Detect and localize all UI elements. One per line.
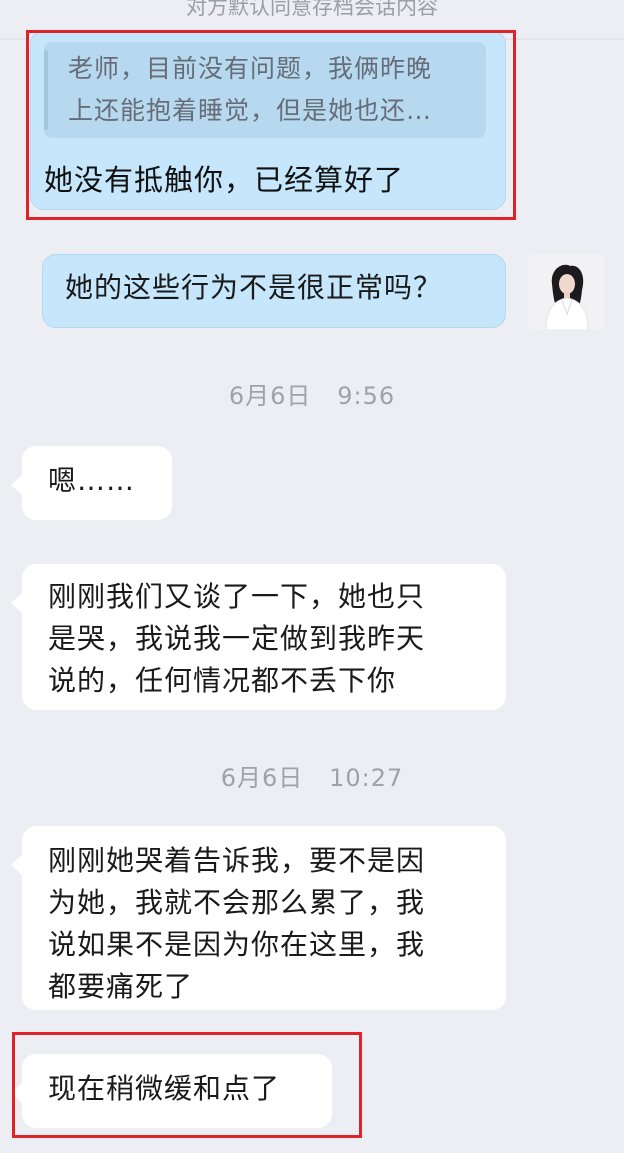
message-text: 说如果不是因为你在这里，我 [48, 928, 426, 961]
message-text: 为她，我就不会那么累了，我 [48, 886, 426, 919]
chat-screen: 对方默认同意存档会话内容 老师，目前没有问题，我俩昨晚 上还能抱着睡觉，但是她也… [0, 0, 624, 1153]
bubble-tail [11, 854, 23, 876]
message-text: 她的这些行为不是很正常吗？ [65, 271, 443, 304]
timestamp: 6月6日 10:27 [220, 764, 404, 792]
timestamp: 6月6日 9:56 [228, 382, 396, 410]
bubble-tail [11, 592, 23, 614]
message-text: 是哭，我说我一定做到我昨天 [48, 622, 426, 655]
message-bubble[interactable]: 刚刚我们又谈了一下，她也只 是哭，我说我一定做到我昨天 说的，任何情况都不丢下你 [11, 564, 506, 710]
message-text: 都要痛死了 [48, 970, 194, 1003]
archive-notice: 对方默认同意存档会话内容 [186, 0, 438, 19]
message-text: 刚刚她哭着告诉我，要不是因 [48, 844, 426, 877]
message-bubble[interactable]: 嗯…… [11, 446, 172, 520]
highlight-box [26, 30, 516, 220]
message-text: 说的，任何情况都不丢下你 [48, 664, 397, 697]
message-bubble[interactable]: 刚刚她哭着告诉我，要不是因 为她，我就不会那么累了，我 说如果不是因为你在这里，… [11, 826, 506, 1010]
user-avatar-photo-icon[interactable] [528, 254, 604, 330]
message-bubble[interactable]: 她的这些行为不是很正常吗？ [42, 254, 506, 328]
message-text: 嗯…… [48, 464, 136, 497]
bubble-tail [11, 474, 23, 496]
highlight-box [12, 1032, 362, 1138]
message-text: 刚刚我们又谈了一下，她也只 [48, 580, 426, 613]
